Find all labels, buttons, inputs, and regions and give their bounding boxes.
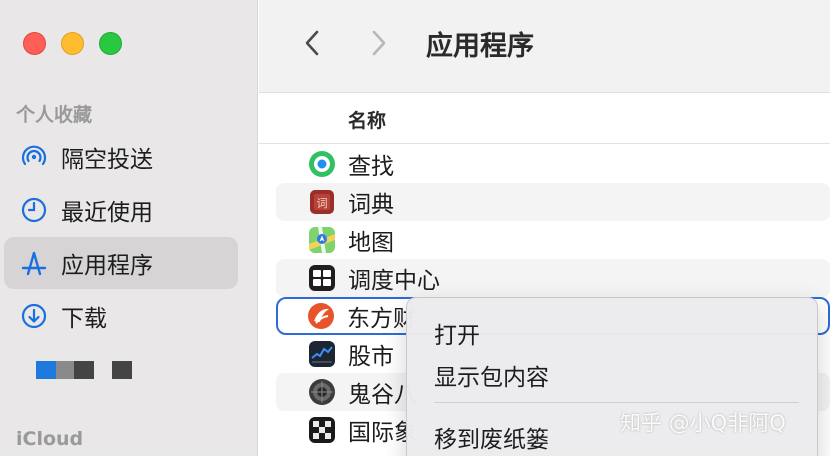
sidebar: 个人收藏 隔空投送 最近使用 应用程序 下载 iCloud [0, 0, 258, 456]
favorites-section-label: 个人收藏 [16, 104, 93, 126]
sidebar-item-label: 隔空投送 [61, 147, 153, 173]
sidebar-item-recents[interactable]: 最近使用 [4, 184, 238, 236]
download-icon [18, 300, 50, 332]
row-name: 词典 [348, 192, 394, 218]
row-name: 调度中心 [348, 268, 440, 294]
sidebar-item-label: 最近使用 [61, 200, 153, 226]
back-button[interactable] [297, 26, 327, 60]
maps-icon [308, 226, 336, 254]
tag-swatch[interactable] [74, 361, 94, 379]
guigu-icon [308, 378, 336, 406]
table-row[interactable]: 词 词典 [276, 183, 830, 221]
chevron-left-icon [305, 30, 319, 56]
sidebar-item-airdrop[interactable]: 隔空投送 [4, 131, 238, 183]
zoom-window-button[interactable] [99, 32, 122, 55]
sidebar-item-label: 应用程序 [61, 253, 153, 279]
svg-text:词: 词 [317, 197, 328, 210]
stocks-icon [308, 340, 336, 368]
window-controls [23, 32, 122, 55]
mission-control-icon [308, 264, 336, 292]
dictionary-icon: 词 [308, 188, 336, 216]
watermark-text: 知乎 @小Q非阿Q [620, 411, 786, 435]
clock-icon [18, 194, 50, 226]
table-row[interactable]: 查找 [276, 145, 830, 183]
tag-swatch[interactable] [56, 361, 74, 379]
applications-icon [18, 247, 50, 279]
menu-item-open[interactable]: 打开 [434, 316, 480, 350]
chevron-right-icon [372, 30, 386, 56]
menu-item-show-package-contents[interactable]: 显示包内容 [434, 358, 549, 392]
redacted-tags [36, 361, 132, 379]
find-my-icon [308, 150, 336, 178]
row-name: 查找 [348, 154, 394, 180]
row-name: 股市 [348, 344, 394, 370]
menu-item-move-to-trash[interactable]: 移到废纸篓 [434, 420, 549, 454]
row-name: 地图 [348, 230, 394, 256]
column-header-name[interactable]: 名称 [259, 94, 830, 144]
tag-swatch[interactable] [36, 361, 56, 379]
close-window-button[interactable] [23, 32, 46, 55]
tag-swatch[interactable] [112, 361, 132, 379]
window-title: 应用程序 [426, 31, 534, 62]
minimize-window-button[interactable] [61, 32, 84, 55]
eastmoney-icon [307, 302, 335, 330]
toolbar: 应用程序 [259, 0, 830, 93]
tag-gap [94, 361, 112, 379]
airdrop-icon [18, 141, 50, 173]
sidebar-item-label: 下载 [61, 306, 107, 332]
chess-icon [308, 416, 336, 444]
forward-button[interactable] [364, 26, 394, 60]
sidebar-item-applications[interactable]: 应用程序 [4, 237, 238, 289]
icloud-section-label: iCloud [16, 428, 84, 450]
menu-divider [434, 402, 799, 403]
table-row[interactable]: 调度中心 [276, 259, 830, 297]
column-header-label: 名称 [348, 110, 387, 132]
table-row[interactable]: 地图 [276, 221, 830, 259]
sidebar-item-downloads[interactable]: 下载 [4, 290, 238, 342]
